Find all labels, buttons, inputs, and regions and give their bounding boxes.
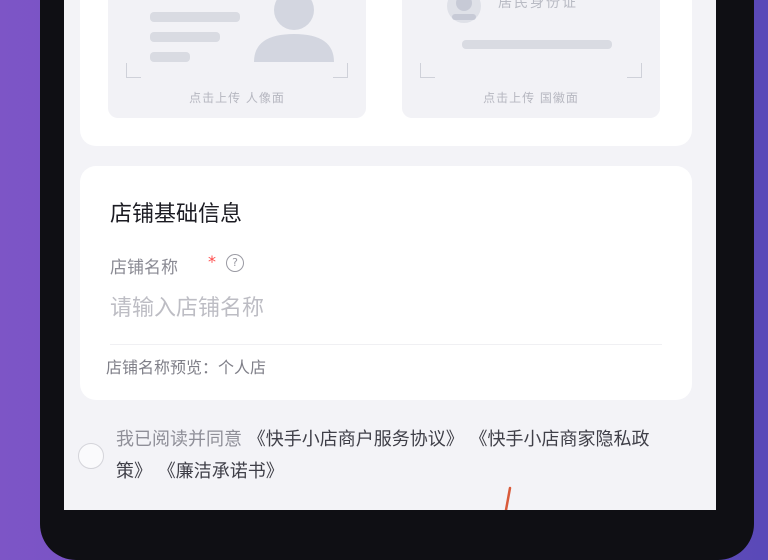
frame-corner [420, 63, 435, 78]
upload-emblem-caption: 点击上传 国徽面 [483, 91, 579, 105]
shop-name-preview: 店铺名称预览：个人店 [106, 358, 267, 377]
required-mark: * [208, 252, 216, 271]
id-card-title: 居民身份证 [498, 0, 578, 11]
agreement-text: 我已阅读并同意 《快手小店商户服务协议》 《快手小店商家隐私政策》 《廉洁承诺书… [116, 424, 682, 488]
upload-portrait-side[interactable]: 点击上传 人像面 [108, 0, 366, 118]
agreement-checkbox[interactable] [78, 443, 104, 469]
integrity-commitment-link[interactable]: 《廉洁承诺书》 [158, 461, 284, 482]
divider [110, 344, 662, 345]
id-upload-card: 点击上传 人像面 居民身份证 点击上传 国徽面 [80, 0, 692, 146]
placeholder-line [150, 12, 240, 22]
upload-emblem-side[interactable]: 居民身份证 点击上传 国徽面 [402, 0, 660, 118]
portrait-silhouette-icon [254, 0, 334, 62]
shop-name-input[interactable] [110, 290, 650, 326]
frame-corner [333, 63, 348, 78]
section-title: 店铺基础信息 [110, 202, 243, 227]
shop-name-label: 店铺名称 [110, 258, 178, 278]
national-emblem-icon [447, 0, 481, 23]
merchant-service-agreement-link[interactable]: 《快手小店商户服务协议》 [248, 429, 464, 450]
placeholder-line [150, 32, 220, 42]
placeholder-line [150, 52, 190, 62]
agreement-prefix: 我已阅读并同意 [116, 429, 242, 450]
placeholder-line [462, 40, 612, 49]
shop-basic-info-card: 店铺基础信息 店铺名称 * ? 店铺名称预览：个人店 [80, 166, 692, 400]
help-icon[interactable]: ? [226, 254, 244, 272]
upload-portrait-caption: 点击上传 人像面 [189, 91, 285, 105]
phone-screen: 点击上传 人像面 居民身份证 点击上传 国徽面 店铺基础信息 店铺名称 * ? … [64, 0, 716, 510]
frame-corner [126, 63, 141, 78]
annotation-arrow-icon [504, 486, 512, 510]
frame-corner [627, 63, 642, 78]
